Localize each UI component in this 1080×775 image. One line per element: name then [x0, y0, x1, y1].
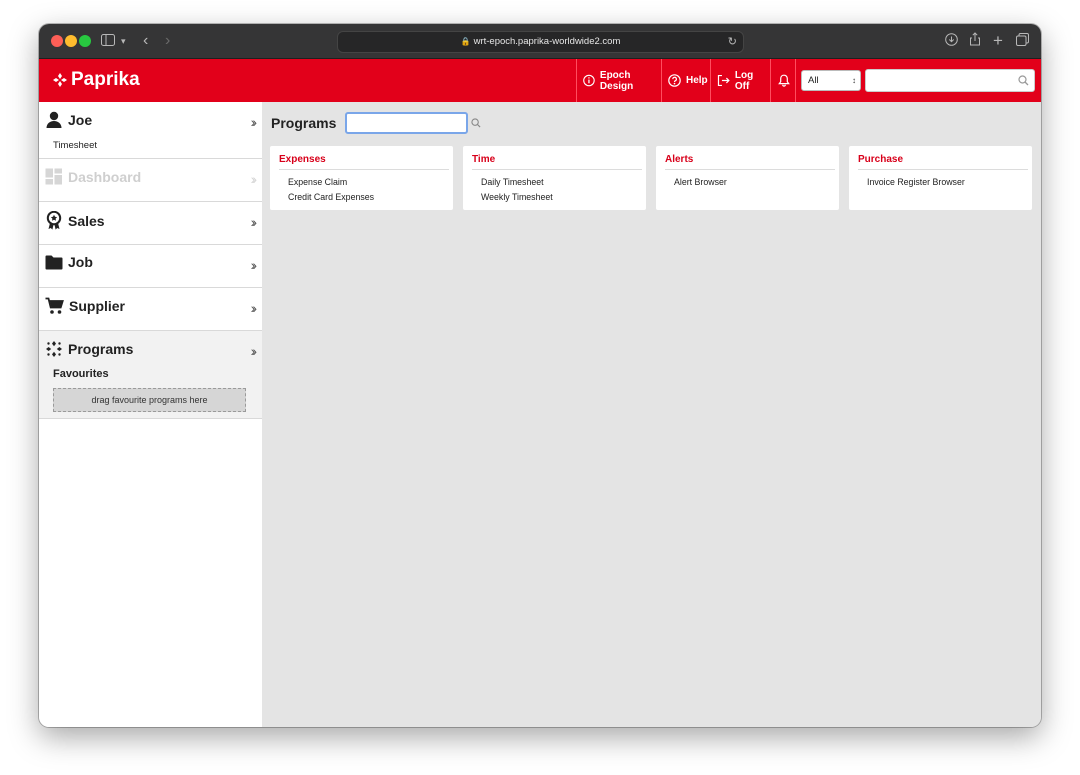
browser-toolbar: ▾ ‹ › 🔒 wrt-epoch.paprika-worldwide2.com … [39, 24, 1041, 59]
main-content: Programs Expenses Expense Claim Credit C… [262, 102, 1041, 727]
sidebar-dashboard-header: Dashboard [45, 168, 141, 185]
search-icon[interactable] [471, 118, 481, 128]
program-card-purchase: Purchase Invoice Register Browser [849, 146, 1032, 210]
notifications-button[interactable] [770, 59, 796, 102]
double-chevron-right-icon[interactable]: ›› [251, 300, 258, 316]
card-link-list: Daily Timesheet Weekly Timesheet [481, 175, 553, 205]
tab-overview-icon[interactable] [1016, 32, 1029, 50]
lock-icon: 🔒 [460, 37, 471, 46]
sidebar-item-sales[interactable]: Sales ›› [39, 202, 262, 245]
epoch-design-link[interactable]: Epoch Design [576, 59, 661, 102]
card-link-list: Invoice Register Browser [867, 175, 965, 190]
sidebar-supplier-header[interactable]: Supplier [45, 297, 125, 315]
user-name: Joe [68, 111, 93, 128]
help-label: Help [686, 75, 708, 86]
app-header: Paprika Epoch Design Help Log Off All ↕ [39, 59, 1041, 102]
window-minimize-button[interactable] [65, 35, 77, 47]
sidebar-user-section[interactable]: Joe ›› Timesheet [39, 102, 262, 159]
card-title: Expenses [279, 154, 449, 170]
dashboard-icon [45, 168, 62, 185]
sidebar-dashboard-label: Dashboard [68, 168, 142, 185]
program-link-expense-claim[interactable]: Expense Claim [288, 175, 374, 190]
double-chevron-right-icon: ›› [250, 171, 258, 187]
sidebar-programs-header[interactable]: Programs [45, 340, 133, 358]
browser-window: ▾ ‹ › 🔒 wrt-epoch.paprika-worldwide2.com … [39, 24, 1041, 727]
sidebar-job-header[interactable]: Job [45, 254, 93, 270]
sidebar-supplier-label: Supplier [69, 298, 126, 314]
program-card-alerts: Alerts Alert Browser [656, 146, 839, 210]
program-link-credit-card-expenses[interactable]: Credit Card Expenses [288, 190, 374, 205]
sidebar-item-job[interactable]: Job ›› [39, 245, 262, 288]
program-card-time: Time Daily Timesheet Weekly Timesheet [463, 146, 646, 210]
address-bar[interactable]: 🔒 wrt-epoch.paprika-worldwide2.com ↻ [337, 31, 744, 53]
double-chevron-right-icon[interactable]: ›› [251, 257, 258, 273]
sidebar-job-label: Job [68, 254, 93, 270]
scope-select[interactable]: All ↕ [801, 70, 861, 91]
paprika-logo[interactable]: Paprika [52, 69, 140, 91]
favourites-drop-zone[interactable]: drag favourite programs here [53, 388, 246, 412]
help-link[interactable]: Help [661, 59, 710, 102]
forward-arrow-icon[interactable]: › [165, 32, 170, 50]
paprika-logo-icon [53, 73, 67, 87]
sidebar-programs-label: Programs [68, 341, 134, 357]
sidebar-sales-label: Sales [68, 212, 105, 229]
card-link-list: Alert Browser [674, 175, 727, 190]
page-title: Programs [271, 115, 337, 131]
sidebar-toggle-icon[interactable] [101, 32, 115, 50]
program-search-input[interactable] [345, 112, 468, 134]
bell-icon [778, 74, 790, 87]
share-icon[interactable] [969, 32, 981, 50]
card-link-list: Expense Claim Credit Card Expenses [288, 175, 374, 205]
cart-icon [45, 297, 64, 314]
scope-select-value: All [808, 75, 819, 86]
question-circle-icon [668, 74, 681, 87]
program-link-invoice-register-browser[interactable]: Invoice Register Browser [867, 175, 965, 190]
card-title: Alerts [665, 154, 835, 170]
logo-text: Paprika [71, 69, 140, 90]
window-maximize-button[interactable] [79, 35, 91, 47]
program-card-expenses: Expenses Expense Claim Credit Card Expen… [270, 146, 453, 210]
double-chevron-right-icon[interactable]: ›› [251, 114, 258, 130]
programs-icon [46, 341, 62, 357]
card-title: Purchase [858, 154, 1028, 170]
url-text: wrt-epoch.paprika-worldwide2.com [473, 36, 621, 47]
download-icon[interactable] [945, 32, 958, 50]
sidebar-item-dashboard: Dashboard ›› [39, 159, 262, 202]
info-circle-icon [583, 74, 595, 87]
sidebar-programs-section: Programs ›› Favourites drag favourite pr… [39, 331, 262, 419]
sidebar-sales-header[interactable]: Sales [45, 211, 105, 230]
program-link-alert-browser[interactable]: Alert Browser [674, 175, 727, 190]
double-chevron-right-icon[interactable]: ›› [251, 343, 258, 359]
program-link-daily-timesheet[interactable]: Daily Timesheet [481, 175, 553, 190]
log-off-link[interactable]: Log Off [710, 59, 770, 102]
user-icon [46, 111, 62, 128]
double-chevron-right-icon[interactable]: ›› [251, 214, 258, 230]
sidebar: Joe ›› Timesheet Dashboard ›› Sales ›› J… [39, 102, 262, 727]
sidebar-user-header[interactable]: Joe [45, 111, 92, 128]
select-arrows-icon: ↕ [852, 76, 856, 85]
user-sub-link[interactable]: Timesheet [53, 140, 97, 151]
award-badge-icon [46, 211, 62, 230]
card-title: Time [472, 154, 642, 170]
log-off-label: Log Off [734, 69, 754, 92]
search-icon[interactable] [1018, 75, 1029, 86]
back-arrow-icon[interactable]: ‹ [143, 32, 148, 50]
global-search-input[interactable] [865, 69, 1035, 92]
favourites-label: Favourites [53, 368, 109, 380]
epoch-design-label: Epoch Design [599, 69, 634, 92]
folder-icon [45, 255, 63, 270]
chevron-down-icon[interactable]: ▾ [121, 32, 126, 50]
logout-icon [717, 74, 730, 87]
program-link-weekly-timesheet[interactable]: Weekly Timesheet [481, 190, 553, 205]
new-tab-icon[interactable]: + [993, 32, 1003, 50]
reload-icon[interactable]: ↻ [728, 32, 737, 52]
window-close-button[interactable] [51, 35, 63, 47]
sidebar-item-supplier[interactable]: Supplier ›› [39, 288, 262, 331]
